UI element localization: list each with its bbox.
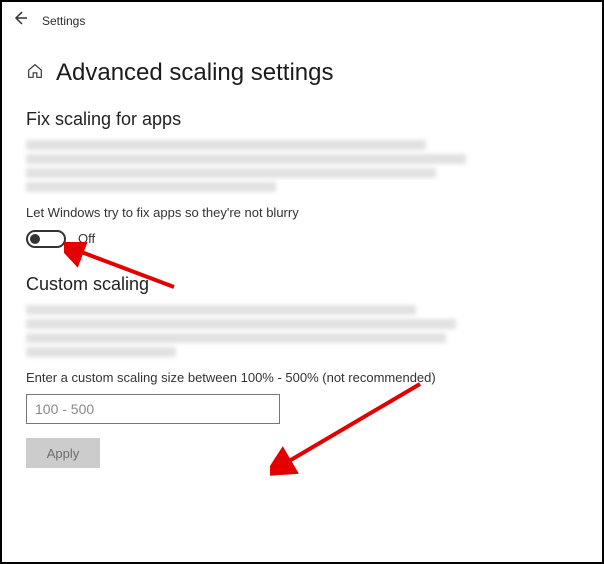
section-custom-scaling-heading: Custom scaling xyxy=(26,274,578,295)
apply-button[interactable]: Apply xyxy=(26,438,100,468)
section-fix-scaling-heading: Fix scaling for apps xyxy=(26,109,578,130)
fix-blurry-toggle[interactable] xyxy=(26,230,66,248)
back-icon[interactable] xyxy=(12,10,28,31)
app-title: Settings xyxy=(42,14,85,28)
redacted-text-block xyxy=(26,140,578,192)
redacted-text-block xyxy=(26,305,578,357)
toggle-label: Let Windows try to fix apps so they're n… xyxy=(26,204,456,222)
page-title: Advanced scaling settings xyxy=(56,59,334,87)
toggle-state-text: Off xyxy=(78,231,95,246)
home-icon[interactable] xyxy=(26,62,44,85)
custom-scaling-input-label: Enter a custom scaling size between 100%… xyxy=(26,369,456,387)
custom-scaling-input[interactable] xyxy=(26,394,280,424)
